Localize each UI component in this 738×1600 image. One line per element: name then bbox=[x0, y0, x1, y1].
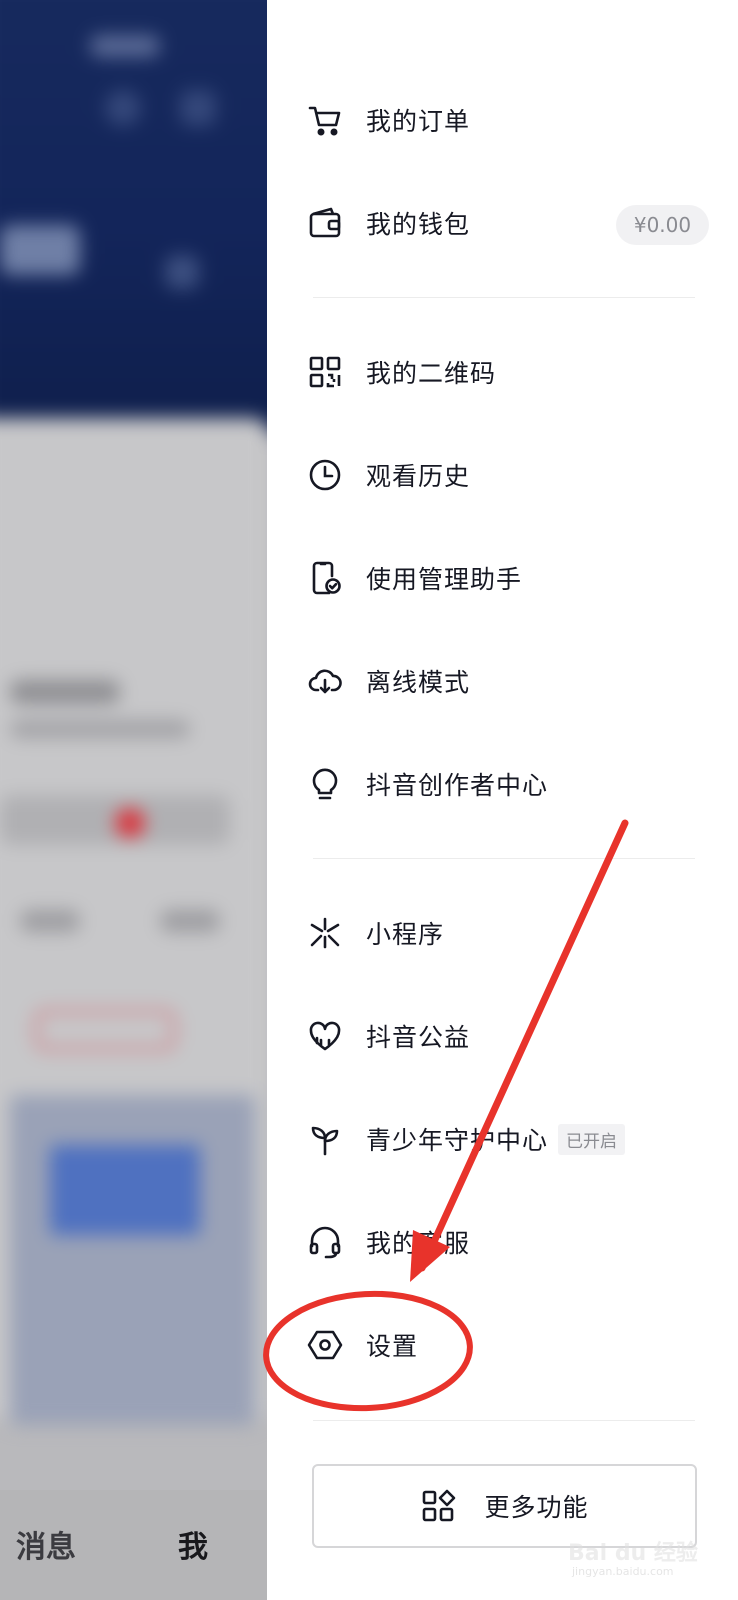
blurred-thumbnail bbox=[10, 1095, 255, 1425]
menu-item-youth-protection[interactable]: 青少年守护中心 已开启 bbox=[307, 1109, 707, 1169]
menu-item-label: 抖音公益 bbox=[366, 1023, 471, 1052]
menu-item-label: 我的钱包 bbox=[366, 210, 471, 239]
menu-item-label: 离线模式 bbox=[366, 668, 471, 697]
background-app: 消息 我 bbox=[0, 0, 267, 1600]
blurred-red-outline-button bbox=[35, 1010, 175, 1050]
sprout-icon bbox=[307, 1121, 343, 1157]
menu-item-label: 我的客服 bbox=[366, 1229, 471, 1258]
blurred-title bbox=[90, 35, 160, 57]
more-features-label: 更多功能 bbox=[484, 1493, 589, 1522]
section-divider bbox=[313, 858, 695, 859]
blurred-red-dot bbox=[115, 808, 145, 838]
blurred-menu-icon bbox=[180, 90, 216, 126]
blurred-username bbox=[0, 225, 80, 275]
menu-item-label: 观看历史 bbox=[366, 462, 471, 491]
menu-item-watch-history[interactable]: 观看历史 bbox=[307, 445, 707, 505]
menu-item-label: 小程序 bbox=[366, 920, 445, 949]
profile-header-blurred bbox=[0, 0, 267, 435]
wallet-icon bbox=[307, 205, 343, 241]
menu-item-customer-service[interactable]: 我的客服 bbox=[307, 1212, 707, 1272]
section-divider bbox=[313, 1420, 695, 1421]
settings-hex-icon bbox=[307, 1327, 343, 1363]
tab-me[interactable]: 我 bbox=[178, 1522, 208, 1566]
baidu-jingyan-watermark: Bai du 经验 jingyan.baidu.com bbox=[568, 1525, 728, 1583]
background-blurred-content bbox=[0, 0, 267, 1440]
shopping-cart-icon bbox=[307, 102, 343, 138]
menu-item-label: 我的二维码 bbox=[366, 359, 497, 388]
menu-item-charity[interactable]: 抖音公益 bbox=[307, 1006, 707, 1066]
side-drawer-menu: 我的订单 我的钱包 ¥0.00 我的二维码 观看历史 使用管理助手 离线模式 抖… bbox=[267, 0, 738, 1600]
phone-check-icon bbox=[307, 560, 343, 596]
blurred-text-line bbox=[10, 680, 120, 704]
lightbulb-icon bbox=[307, 766, 343, 802]
menu-item-label: 使用管理助手 bbox=[366, 565, 523, 594]
blurred-tab bbox=[160, 910, 220, 932]
menu-item-my-qr-code[interactable]: 我的二维码 bbox=[307, 342, 707, 402]
mini-program-icon bbox=[307, 915, 343, 951]
blurred-tab bbox=[20, 910, 80, 932]
qr-code-icon bbox=[307, 354, 343, 390]
menu-item-creator-center[interactable]: 抖音创作者中心 bbox=[307, 754, 707, 814]
watermark-text: Bai du 经验 bbox=[568, 1541, 698, 1566]
menu-item-label: 青少年守护中心 bbox=[366, 1126, 549, 1155]
grid-apps-icon bbox=[420, 1488, 456, 1524]
clock-icon bbox=[307, 457, 343, 493]
section-divider bbox=[313, 297, 695, 298]
wallet-balance-badge[interactable]: ¥0.00 bbox=[616, 205, 709, 245]
blurred-add-icon bbox=[165, 255, 199, 289]
watermark-subtext: jingyan.baidu.com bbox=[572, 1565, 674, 1578]
blurred-text-line bbox=[10, 720, 190, 738]
tab-messages[interactable]: 消息 bbox=[16, 1522, 76, 1566]
menu-item-mini-programs[interactable]: 小程序 bbox=[307, 903, 707, 963]
background-tab-bar: 消息 我 bbox=[0, 1490, 267, 1600]
heart-charity-icon bbox=[307, 1018, 343, 1054]
menu-item-my-orders[interactable]: 我的订单 bbox=[307, 90, 707, 150]
menu-item-label: 设置 bbox=[366, 1332, 419, 1361]
enabled-status-tag: 已开启 bbox=[558, 1123, 626, 1155]
cloud-download-icon bbox=[307, 663, 343, 699]
menu-item-usage-assistant[interactable]: 使用管理助手 bbox=[307, 548, 707, 608]
headset-icon bbox=[307, 1224, 343, 1260]
blurred-search-icon bbox=[105, 90, 141, 126]
menu-item-settings[interactable]: 设置 bbox=[307, 1315, 707, 1375]
menu-item-label: 抖音创作者中心 bbox=[366, 771, 549, 800]
menu-item-label: 我的订单 bbox=[366, 107, 471, 136]
menu-item-offline-mode[interactable]: 离线模式 bbox=[307, 651, 707, 711]
